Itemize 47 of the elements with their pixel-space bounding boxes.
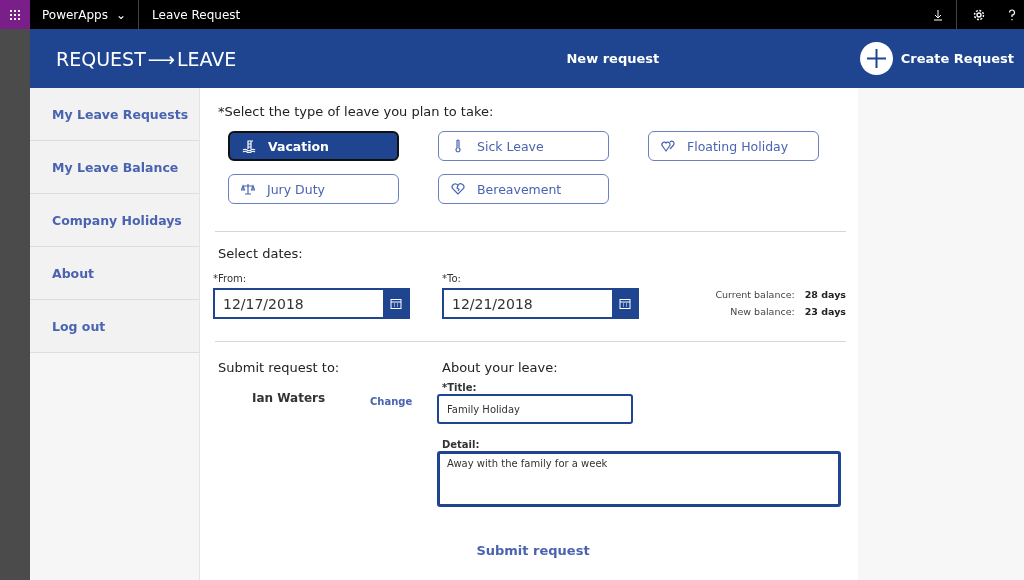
plus-icon [859, 42, 893, 75]
dates-heading: Select dates: [217, 246, 304, 261]
about-heading: About your leave: [442, 360, 559, 375]
detail-field[interactable]: Away with the family for a week [437, 451, 841, 507]
change-link[interactable]: Change [370, 396, 413, 407]
download-icon[interactable] [933, 8, 943, 21]
scales-icon [241, 182, 255, 196]
broken-heart-icon [451, 182, 465, 196]
to-label: *To: [442, 273, 462, 284]
balance-value: 28 days [804, 289, 846, 300]
leave-type-option[interactable]: Sick Leave [438, 131, 609, 161]
submit-request-link[interactable]: Submit request [469, 543, 590, 558]
leave-type-option[interactable]: Jury Duty [228, 174, 399, 204]
detail-label: Detail: [442, 439, 481, 450]
from-label: *From: [213, 273, 248, 284]
sidebar-item[interactable]: Company Holidays [30, 194, 199, 247]
page-title: New request [565, 51, 661, 66]
sidebar-item[interactable]: Log out [30, 300, 199, 353]
app-name[interactable]: PowerApps [42, 7, 108, 22]
leave-type-option[interactable]: Bereavement [438, 174, 609, 204]
approver-name: Ian Waters [252, 391, 327, 405]
settings-icon[interactable] [972, 8, 985, 21]
logo: REQUEST⟶LEAVE [56, 47, 236, 70]
sidebar-item[interactable]: My Leave Balance [30, 141, 199, 194]
create-request-button[interactable]: Create Request [859, 42, 1014, 75]
balance-label: New balance: [729, 306, 795, 317]
to-date-field[interactable]: 12/21/2018 [442, 288, 639, 319]
swimming-icon [242, 139, 256, 153]
leave-type-option[interactable]: Vacation [228, 131, 399, 161]
sidebar-item[interactable]: About [30, 247, 199, 300]
sidebar-item[interactable]: My Leave Requests [30, 88, 199, 141]
from-date-field[interactable]: 12/17/2018 [213, 288, 410, 319]
submit-to-heading: Submit request to: [218, 360, 341, 375]
caret-icon[interactable]: ⌄ [116, 7, 127, 22]
balance-value: 23 days [804, 306, 846, 317]
calendar-icon [389, 297, 402, 310]
title-field[interactable]: Family Holiday [437, 394, 633, 424]
help-icon[interactable] [1008, 8, 1016, 21]
calendar-icon [618, 297, 631, 310]
leave-type-option[interactable]: Floating Holiday [648, 131, 819, 161]
app-launcher-button[interactable] [0, 0, 30, 29]
hearts-icon [661, 139, 675, 153]
title-label: *Title: [442, 382, 478, 393]
app-title: Leave Request [151, 7, 242, 22]
balance-label: Current balance: [715, 289, 795, 300]
leave-type-prompt: *Select the type of leave you plan to take: [217, 104, 495, 119]
grid-icon [10, 9, 20, 20]
